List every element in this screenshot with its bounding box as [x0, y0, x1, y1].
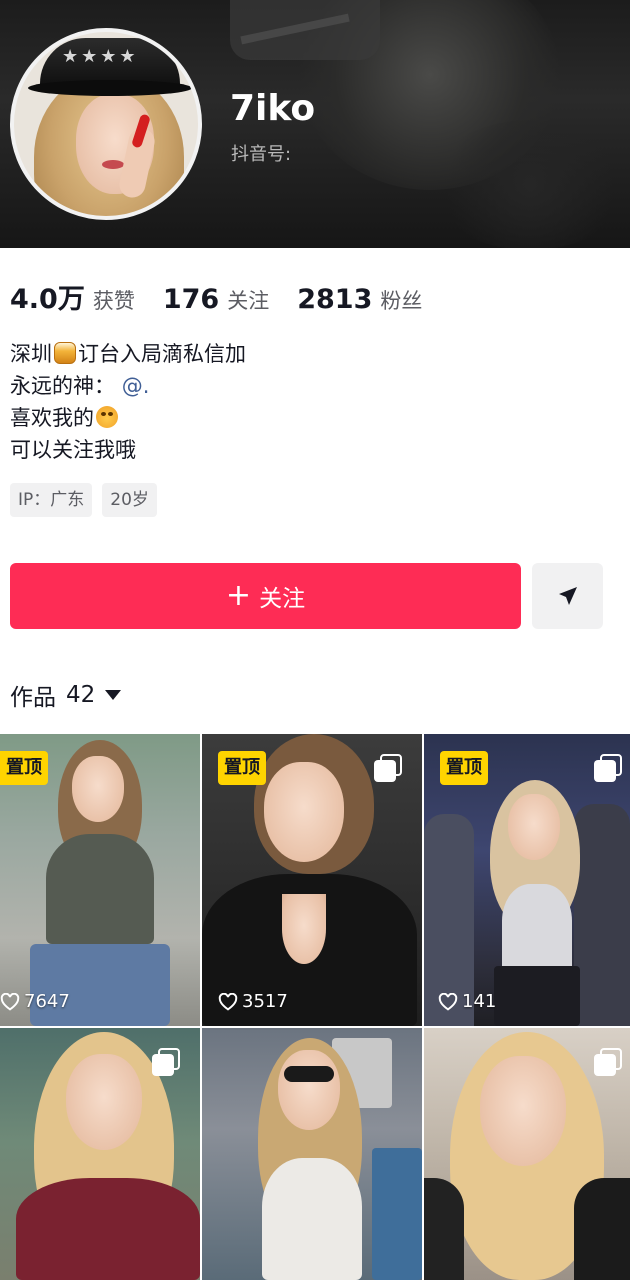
figure-face [72, 756, 124, 822]
bio-text: 永远的神： [10, 374, 115, 398]
thumbnail-figure [202, 1028, 422, 1280]
age-tag: 20岁 [102, 483, 157, 517]
video-grid: 置顶 7647 置顶 3517 置顶 141 [0, 734, 630, 1280]
bio-line: 深圳 订台入局滴私信加 [10, 338, 246, 370]
profile-tags: IP：广东 20岁 [10, 483, 167, 517]
caret-down-icon [105, 690, 122, 700]
cat-emoji-icon [96, 406, 118, 428]
bio: 深圳 订台入局滴私信加 永远的神： @. 喜欢我的 可以关注我哦 [10, 338, 246, 466]
beer-emoji-icon [54, 342, 76, 364]
mention-link[interactable]: @. [122, 374, 150, 398]
ip-location-tag: IP：广东 [10, 483, 93, 517]
bio-text: 可以关注我哦 [10, 438, 136, 462]
works-label: 作品 [10, 685, 56, 711]
multi-image-icon [374, 754, 402, 782]
works-tab[interactable]: 作品 42 [10, 678, 122, 712]
pinned-badge: 置顶 [218, 751, 266, 785]
figure-jacket [574, 1178, 630, 1280]
figure-face [264, 762, 344, 862]
like-count-value: 3517 [242, 991, 288, 1012]
stat-label: 粉丝 [380, 289, 423, 313]
pinned-badge: 置顶 [440, 751, 488, 785]
stat-value: 176 [162, 284, 220, 315]
multi-image-icon [594, 1048, 622, 1076]
multi-image-icon [152, 1048, 180, 1076]
profile-stats: 4.0万 获赞 176 关注 2813 粉丝 [10, 277, 450, 316]
stat-label: 关注 [227, 289, 270, 313]
figure-jacket [424, 1178, 464, 1280]
stat-value: 4.0万 [10, 284, 85, 315]
plus-icon: + [225, 578, 252, 613]
bio-line: 可以关注我哦 [10, 434, 246, 466]
avatar-lips [102, 160, 124, 169]
like-count: 141 [438, 991, 496, 1012]
stat-label: 获赞 [92, 289, 135, 313]
video-tile[interactable]: 置顶 3517 [202, 734, 422, 1026]
send-icon [558, 587, 577, 605]
bio-line: 永远的神： @. [10, 370, 246, 402]
background-shelf [372, 1148, 422, 1280]
follow-button-label: 关注 [259, 586, 306, 612]
figure-skirt [494, 966, 580, 1026]
username: 7iko [230, 88, 316, 129]
bio-text: 订台入局滴私信加 [78, 342, 246, 366]
figure-face [278, 1050, 340, 1130]
figure-top [502, 884, 572, 976]
figure-face [480, 1056, 566, 1166]
stat-following[interactable]: 176 关注 [163, 284, 269, 315]
video-tile[interactable]: 置顶 141 [424, 734, 630, 1026]
pinned-badge: 置顶 [0, 751, 48, 785]
figure-sunglasses [284, 1066, 334, 1082]
figure-jeans [30, 944, 170, 1026]
figure-top [46, 834, 154, 944]
like-count: 7647 [0, 991, 70, 1012]
stat-followers[interactable]: 2813 粉丝 [297, 284, 422, 315]
figure-neckline [282, 894, 326, 964]
like-count-value: 141 [462, 991, 497, 1012]
stat-likes[interactable]: 4.0万 获赞 [10, 277, 135, 316]
douyin-id[interactable]: 抖音号: [231, 140, 291, 166]
heart-icon [0, 992, 20, 1011]
avatar[interactable]: ★★★★ [10, 28, 202, 220]
avatar-cap-brim [28, 80, 192, 96]
like-count-value: 7647 [24, 991, 70, 1012]
background-crowd [574, 804, 630, 1026]
bio-line: 喜欢我的 [10, 402, 246, 434]
like-count: 3517 [218, 991, 288, 1012]
works-count: 42 [66, 682, 96, 708]
avatar-cap-stars: ★★★★ [62, 46, 139, 67]
video-tile[interactable] [0, 1028, 200, 1280]
figure-top [16, 1178, 200, 1280]
figure-face [66, 1054, 142, 1150]
profile-header: ★★★★ 7iko 抖音号: [0, 0, 630, 248]
bio-text: 喜欢我的 [10, 406, 94, 430]
header-background-shape [430, 120, 630, 248]
follow-button[interactable]: + 关注 [10, 563, 521, 629]
figure-top [262, 1158, 362, 1280]
video-tile[interactable] [202, 1028, 422, 1280]
stat-value: 2813 [297, 284, 373, 315]
video-tile[interactable]: 置顶 7647 [0, 734, 200, 1026]
video-tile[interactable] [424, 1028, 630, 1280]
heart-icon [218, 992, 238, 1011]
heart-icon [438, 992, 458, 1011]
figure-face [508, 794, 560, 860]
bio-text: 深圳 [10, 342, 52, 366]
share-button[interactable] [532, 563, 603, 629]
multi-image-icon [594, 754, 622, 782]
